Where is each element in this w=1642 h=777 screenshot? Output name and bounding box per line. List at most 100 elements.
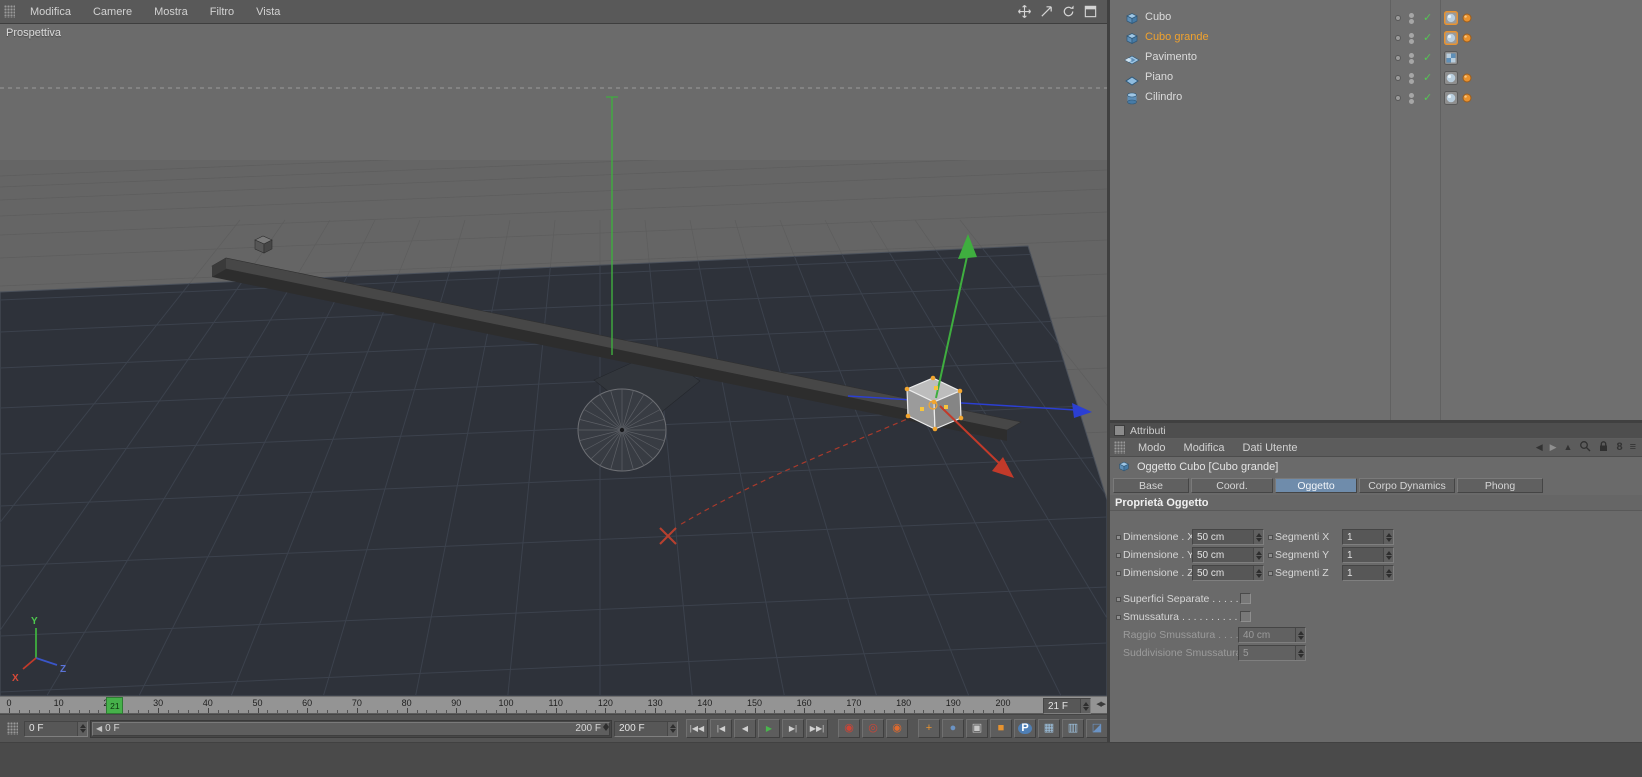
tab-phong[interactable]: Phong	[1457, 478, 1543, 493]
checkbox[interactable]	[1240, 593, 1251, 604]
record-keyframe-button[interactable]: ◉	[838, 719, 860, 738]
key-marker-icon[interactable]	[1268, 553, 1273, 558]
stepper-icon[interactable]	[77, 721, 87, 736]
search-icon[interactable]	[1579, 440, 1591, 455]
timeline-layout-icon[interactable]: ◪	[1086, 719, 1108, 738]
lock-workplane-button[interactable]: ■	[990, 719, 1012, 738]
stepper-icon[interactable]	[1383, 566, 1393, 580]
viewport-panel[interactable]: Y Z X Prospettiva	[0, 24, 1108, 697]
preview-range-slider[interactable]: ◀ 0 F 200 F	[90, 719, 612, 738]
enabled-check-icon[interactable]: ✓	[1423, 51, 1432, 64]
dynamics-dot-tag[interactable]	[1461, 11, 1473, 25]
viewport-menu-modifica[interactable]: Modifica	[19, 6, 82, 18]
stepper-icon[interactable]	[1383, 548, 1393, 562]
viewport-3d[interactable]: Y Z X	[0, 24, 1108, 697]
object-row[interactable]: Cubo ✓	[1110, 8, 1642, 28]
segments-field[interactable]: 1	[1342, 529, 1394, 545]
visibility-dots-icon[interactable]	[1409, 92, 1414, 105]
viewport-menu-vista[interactable]: Vista	[245, 6, 291, 18]
enabled-check-icon[interactable]: ✓	[1423, 31, 1432, 44]
workplane-button[interactable]: ▣	[966, 719, 988, 738]
menu-icon[interactable]: ≡	[1630, 442, 1636, 453]
tab-oggetto[interactable]: Oggetto	[1275, 478, 1357, 493]
viewport-menu-mostra[interactable]: Mostra	[143, 6, 199, 18]
object-row[interactable]: Pavimento ✓	[1110, 48, 1642, 68]
key-marker-icon[interactable]	[1116, 615, 1121, 620]
object-name[interactable]: Cilindro	[1145, 91, 1182, 103]
segments-field[interactable]: 1	[1342, 547, 1394, 563]
range-left-arrow-icon[interactable]: ◀	[93, 724, 105, 733]
attributes-titlebar[interactable]: Attributi	[1110, 423, 1642, 439]
visibility-dots-icon[interactable]	[1409, 52, 1414, 65]
layer-dot[interactable]	[1395, 75, 1401, 81]
stepper-icon[interactable]	[1253, 566, 1263, 580]
phong-selected-tag[interactable]	[1444, 31, 1458, 45]
layer-dot[interactable]	[1395, 95, 1401, 101]
prev-key-button[interactable]: |◀	[710, 719, 732, 738]
dynamics-dot-tag[interactable]	[1461, 71, 1473, 85]
segments-field[interactable]: 1	[1342, 565, 1394, 581]
stepper-icon[interactable]	[1253, 530, 1263, 544]
pan-icon[interactable]	[1017, 4, 1032, 19]
object-row[interactable]: Piano ✓	[1110, 68, 1642, 88]
stepper-icon[interactable]	[603, 722, 609, 735]
preview-range-handle[interactable]: ◀ 0 F 200 F	[92, 721, 610, 736]
stepper-icon[interactable]	[667, 721, 677, 736]
dynamics-dot-tag[interactable]	[1461, 91, 1473, 105]
object-name[interactable]: Cubo grande	[1145, 31, 1209, 43]
object-name[interactable]: Pavimento	[1145, 51, 1197, 63]
dimension-field[interactable]: 50 cm	[1192, 529, 1264, 545]
checkbox[interactable]	[1240, 611, 1251, 622]
goto-end-button[interactable]: ▶▶|	[806, 719, 828, 738]
attributes-menu-modifica[interactable]: Modifica	[1175, 442, 1234, 454]
drag-grip-icon[interactable]	[4, 5, 15, 18]
object-name[interactable]: Piano	[1145, 71, 1173, 83]
small-cube-object[interactable]	[254, 235, 273, 254]
record-autokey-button[interactable]: ◎	[862, 719, 884, 738]
stepper-icon[interactable]	[1080, 699, 1090, 713]
current-frame-marker[interactable]: 21	[106, 697, 124, 714]
object-name[interactable]: Cubo	[1145, 11, 1171, 23]
cylinder-object[interactable]	[577, 388, 667, 472]
goto-start-button[interactable]: |◀◀	[686, 719, 708, 738]
enabled-check-icon[interactable]: ✓	[1423, 91, 1432, 104]
timeline-ruler[interactable]: 0102030405060708090100110120130140150160…	[0, 696, 1107, 714]
dimension-field[interactable]: 50 cm	[1192, 565, 1264, 581]
current-frame-field[interactable]: 21 F	[1043, 698, 1091, 714]
tab-corpo-dynamics[interactable]: Corpo Dynamics	[1359, 478, 1455, 493]
viewport-menu-camere[interactable]: Camere	[82, 6, 143, 18]
key-marker-icon[interactable]	[1116, 571, 1121, 576]
visibility-dots-icon[interactable]	[1409, 12, 1414, 25]
attributes-menu-modo[interactable]: Modo	[1129, 442, 1175, 454]
attributes-menu-dati-utente[interactable]: Dati Utente	[1234, 442, 1307, 454]
link-icon[interactable]: 8	[1616, 442, 1622, 453]
key-marker-icon[interactable]	[1268, 535, 1273, 540]
stepper-icon[interactable]	[1253, 548, 1263, 562]
compositing-tag[interactable]	[1444, 51, 1458, 65]
back-icon[interactable]: ◀	[1536, 443, 1543, 452]
grid-snap-button[interactable]: ▦	[1038, 719, 1060, 738]
stepper-icon[interactable]	[1383, 530, 1393, 544]
up-icon[interactable]: ▲	[1564, 443, 1573, 452]
parent-mode-button[interactable]: P	[1014, 719, 1036, 738]
ruler-scroll-arrows-icon[interactable]: ◀▶	[1096, 700, 1106, 708]
object-row[interactable]: Cilindro ✓	[1110, 88, 1642, 108]
viewport-menu-filtro[interactable]: Filtro	[199, 6, 245, 18]
enabled-check-icon[interactable]: ✓	[1423, 71, 1432, 84]
tab-base[interactable]: Base	[1113, 478, 1189, 493]
tab-coord-[interactable]: Coord.	[1191, 478, 1273, 493]
visibility-dots-icon[interactable]	[1409, 72, 1414, 85]
layer-dot[interactable]	[1395, 55, 1401, 61]
range-end-field[interactable]: 200 F	[614, 720, 678, 737]
snap-toggle-button[interactable]: +	[918, 719, 940, 738]
play-button[interactable]: ▶	[758, 719, 780, 738]
record-options-button[interactable]: ◉	[886, 719, 908, 738]
drag-grip-icon[interactable]	[1114, 441, 1125, 454]
key-marker-icon[interactable]	[1116, 597, 1121, 602]
ruler-area[interactable]: 0102030405060708090100110120130140150160…	[0, 697, 1036, 713]
visibility-dots-icon[interactable]	[1409, 32, 1414, 45]
range-start-field[interactable]: 0 F	[24, 720, 88, 737]
layer-dot[interactable]	[1395, 35, 1401, 41]
enabled-check-icon[interactable]: ✓	[1423, 11, 1432, 24]
object-row[interactable]: Cubo grande ✓	[1110, 28, 1642, 48]
